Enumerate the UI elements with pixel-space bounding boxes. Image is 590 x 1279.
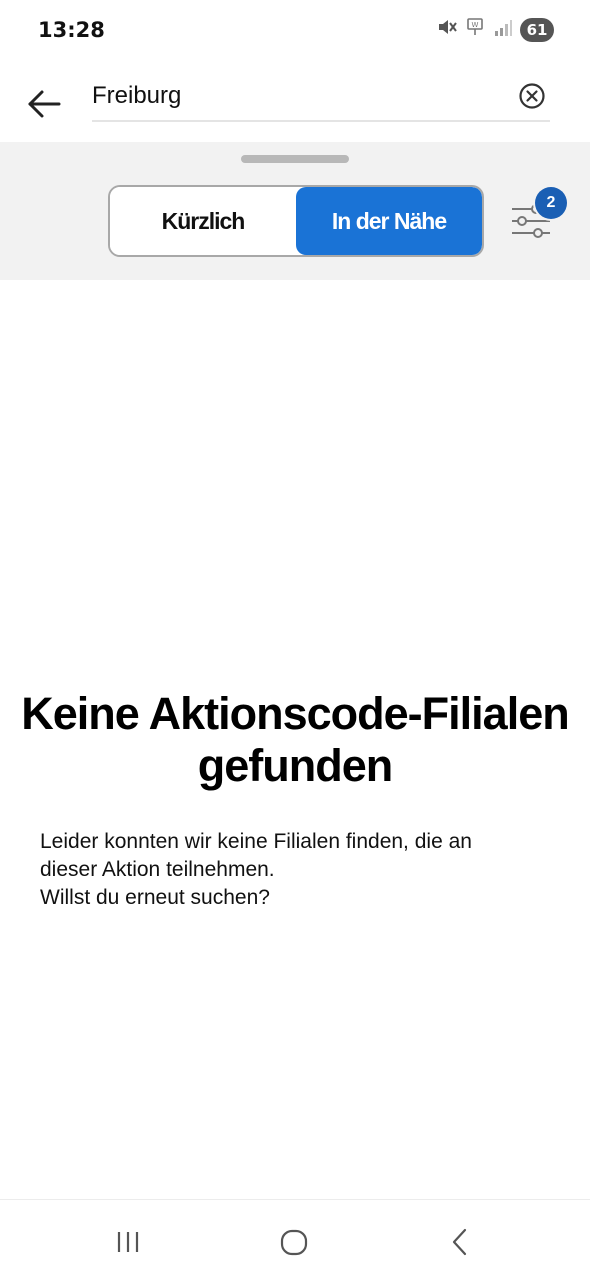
home-icon bbox=[280, 1229, 308, 1256]
arrow-left-icon bbox=[28, 90, 61, 118]
battery-icon: 61 bbox=[520, 17, 554, 42]
empty-state-title: Keine Aktionscode-Filialen gefunden bbox=[21, 688, 569, 791]
status-icons: W 61 bbox=[436, 16, 554, 43]
segmented-control: Kürzlich In der Nähe bbox=[108, 185, 484, 257]
empty-state-message: Leider konnten wir keine Filialen finden… bbox=[40, 828, 560, 912]
recent-apps-button[interactable] bbox=[106, 1222, 150, 1262]
search-input[interactable] bbox=[92, 78, 492, 114]
mute-icon bbox=[436, 16, 458, 43]
empty-state-line: Willst du erneut suchen? bbox=[40, 886, 270, 909]
status-time: 13:28 bbox=[38, 18, 105, 42]
status-bar: 13:28 W 61 bbox=[0, 0, 590, 62]
clear-search-button[interactable] bbox=[516, 80, 548, 112]
tab-recent[interactable]: Kürzlich bbox=[110, 187, 296, 255]
search-bar bbox=[0, 62, 590, 142]
search-field bbox=[92, 74, 550, 122]
back-button[interactable] bbox=[22, 82, 66, 126]
empty-state-line: Leider konnten wir keine Filialen finden… bbox=[40, 830, 472, 853]
tab-nearby[interactable]: In der Nähe bbox=[296, 187, 482, 255]
system-nav-bar bbox=[0, 1199, 590, 1279]
close-circle-icon bbox=[519, 83, 545, 109]
system-back-button[interactable] bbox=[438, 1222, 482, 1262]
drag-handle[interactable] bbox=[241, 155, 349, 163]
empty-state-line: dieser Aktion teilnehmen. bbox=[40, 858, 275, 881]
svg-text:W: W bbox=[472, 21, 479, 29]
back-icon bbox=[452, 1228, 467, 1256]
filter-panel: Kürzlich In der Nähe bbox=[0, 142, 590, 280]
signal-icon bbox=[494, 17, 512, 42]
recent-apps-icon bbox=[117, 1232, 139, 1252]
screen: 13:28 W 61 Freiburg Kürzlich In der Nähe… bbox=[0, 0, 590, 1279]
home-button[interactable] bbox=[272, 1222, 316, 1262]
filter-count-badge: 2 bbox=[535, 187, 567, 219]
wifi-calling-icon: W bbox=[466, 16, 486, 43]
